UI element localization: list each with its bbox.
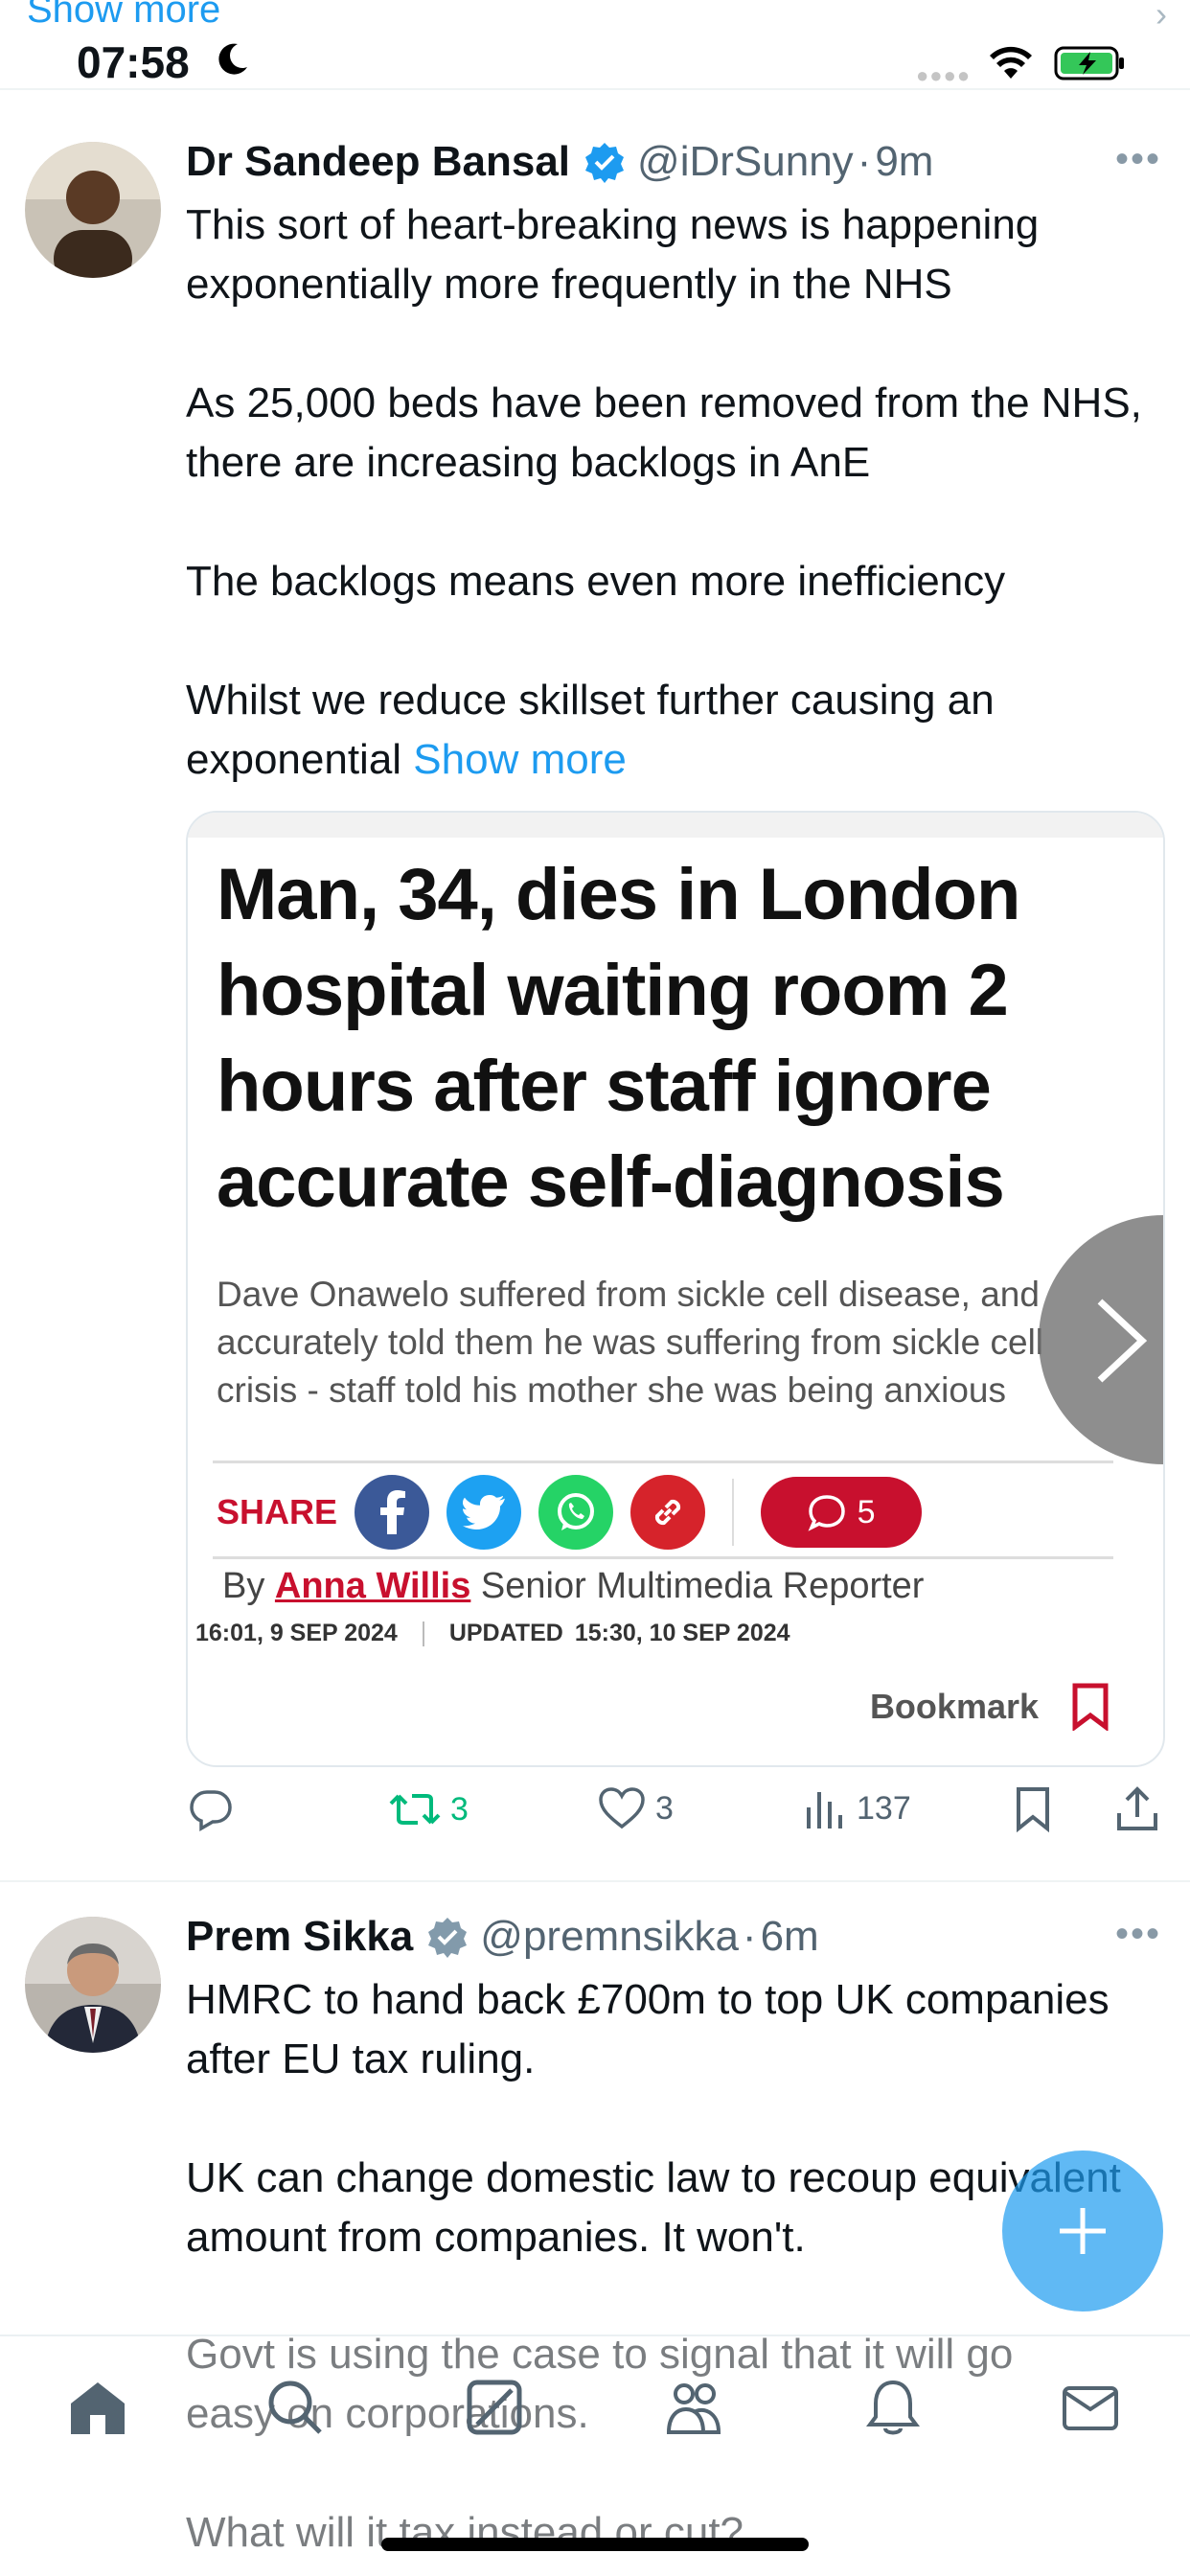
share-label: SHARE [217,1492,338,1531]
views-count: 137 [857,1789,911,1827]
retweet-icon [389,1794,441,1825]
author-name[interactable]: Prem Sikka [186,1913,413,1961]
bell-icon [866,2380,920,2435]
views-button[interactable]: 137 [805,1786,911,1830]
comments-pill: 5 [761,1477,923,1548]
mail-icon [1063,2386,1118,2430]
author-role: Senior Multimedia Reporter [470,1566,925,1606]
updated-label: UPDATED [448,1620,563,1646]
tweet-timestamp[interactable]: 6m [761,1913,819,1961]
retweet-count: 3 [450,1790,469,1828]
tweet-body: This sort of heart-breaking news is happ… [186,196,1154,790]
article-subheadline: Dave Onawelo suffered from sickle cell d… [217,1275,1044,1410]
updated-date: 15:30, 10 SEP 2024 [574,1620,790,1646]
article-headline: Man, 34, dies in London hospital waiting… [217,854,1020,1223]
chevron-right-icon [1097,1299,1148,1383]
article-divider [213,1556,1113,1559]
heart-icon [599,1787,645,1829]
like-button[interactable]: 3 [598,1786,674,1830]
tweet-paragraph: As 25,000 beds have been removed from th… [186,380,1155,486]
battery-charging-icon [1054,46,1124,80]
tab-notifications[interactable] [858,2373,927,2442]
tweet-header: Prem Sikka @premnsikka · 6m [186,1913,819,1961]
tweet-actions: 3 3 137 [186,1786,1165,1853]
plus-icon [1060,2208,1106,2254]
verified-badge-icon [585,143,625,183]
separator-dot: · [857,138,872,185]
status-bar: 07:58 ●●●● [0,0,1190,90]
author-handle[interactable]: @premnsikka [480,1913,739,1961]
more-options-icon[interactable]: ••• [1115,1913,1161,1956]
article-divider [213,1460,1113,1463]
media-card[interactable]: Man, 34, dies in London hospital waiting… [186,811,1165,1767]
tab-messages[interactable] [1056,2373,1125,2442]
share-separator [732,1479,735,1546]
bookmark-button[interactable] [1014,1786,1062,1832]
tweet-paragraph-last: Whilst we reduce skillset further causin… [186,671,1154,790]
media-next-button[interactable] [1039,1215,1163,1464]
cellular-signal-icon: ●●●● [916,63,972,87]
media-top-strip [188,813,1163,838]
share-icon [1117,1786,1157,1830]
article-bookmark-label: Bookmark [869,1687,1039,1726]
tweet-header: Dr Sandeep Bansal @iDrSunny · 9m [186,138,933,186]
avatar[interactable] [25,142,161,278]
tab-home[interactable] [63,2373,132,2442]
share-button[interactable] [1115,1786,1169,1832]
verified-gray-badge-icon [428,1918,468,1958]
byline-prefix: By [222,1566,275,1606]
views-chart-icon [807,1792,842,1828]
like-count: 3 [655,1789,674,1827]
facebook-icon [355,1475,430,1550]
avatar[interactable] [25,1917,161,2053]
moon-icon [218,43,247,75]
whatsapp-icon [538,1475,614,1550]
separator-dot: · [742,1913,757,1960]
tweet-timestamp[interactable]: 9m [875,138,933,186]
tweet-paragraph: HMRC to hand back £700m to top UK compan… [186,1976,1121,2082]
article-byline: By Anna Willis Senior Multimedia Reporte… [222,1566,924,1607]
search-icon [268,2380,322,2434]
communities-icon [666,2383,721,2434]
reply-button[interactable] [188,1786,243,1832]
wifi-icon [990,46,1032,79]
date-separator [422,1621,424,1646]
author-handle[interactable]: @iDrSunny [637,138,854,186]
article-dates: 16:01, 9 SEP 2024 UPDATED 15:30, 10 SEP … [195,1620,790,1647]
tweet-paragraph: The backlogs means even more inefficienc… [186,558,1006,605]
home-indicator[interactable] [381,2538,809,2551]
retweet-button[interactable]: 3 [389,1786,469,1832]
tweet-paragraph: This sort of heart-breaking news is happ… [186,201,1051,308]
author-name[interactable]: Dr Sandeep Bansal [186,138,570,186]
article-author: Anna Willis [274,1566,471,1606]
show-more-link[interactable]: Show more [413,736,627,783]
more-options-icon[interactable]: ••• [1115,138,1161,181]
tab-search[interactable] [261,2373,330,2442]
tab-communities[interactable] [659,2373,728,2442]
bookmark-icon [1017,1787,1049,1832]
faded-tweet-line: What will it tax instead or cut? [186,2509,744,2556]
bookmark-outline-icon [1072,1683,1109,1731]
published-date: 16:01, 9 SEP 2024 [195,1620,398,1646]
twitter-bird-icon [446,1475,522,1550]
article-share-row: SHARE 5 [217,1474,923,1551]
tweet-divider [0,1880,1190,1882]
status-time: 07:58 [77,37,190,87]
comments-count: 5 [857,1493,876,1530]
home-icon [71,2382,125,2434]
article-bookmark: Bookmark [870,1683,1110,1731]
tab-grok[interactable] [460,2373,529,2442]
status-divider [0,88,1190,90]
reply-icon [190,1790,232,1832]
compose-fab[interactable] [1002,2150,1163,2312]
copy-link-icon [630,1475,706,1550]
grok-icon [467,2380,522,2435]
